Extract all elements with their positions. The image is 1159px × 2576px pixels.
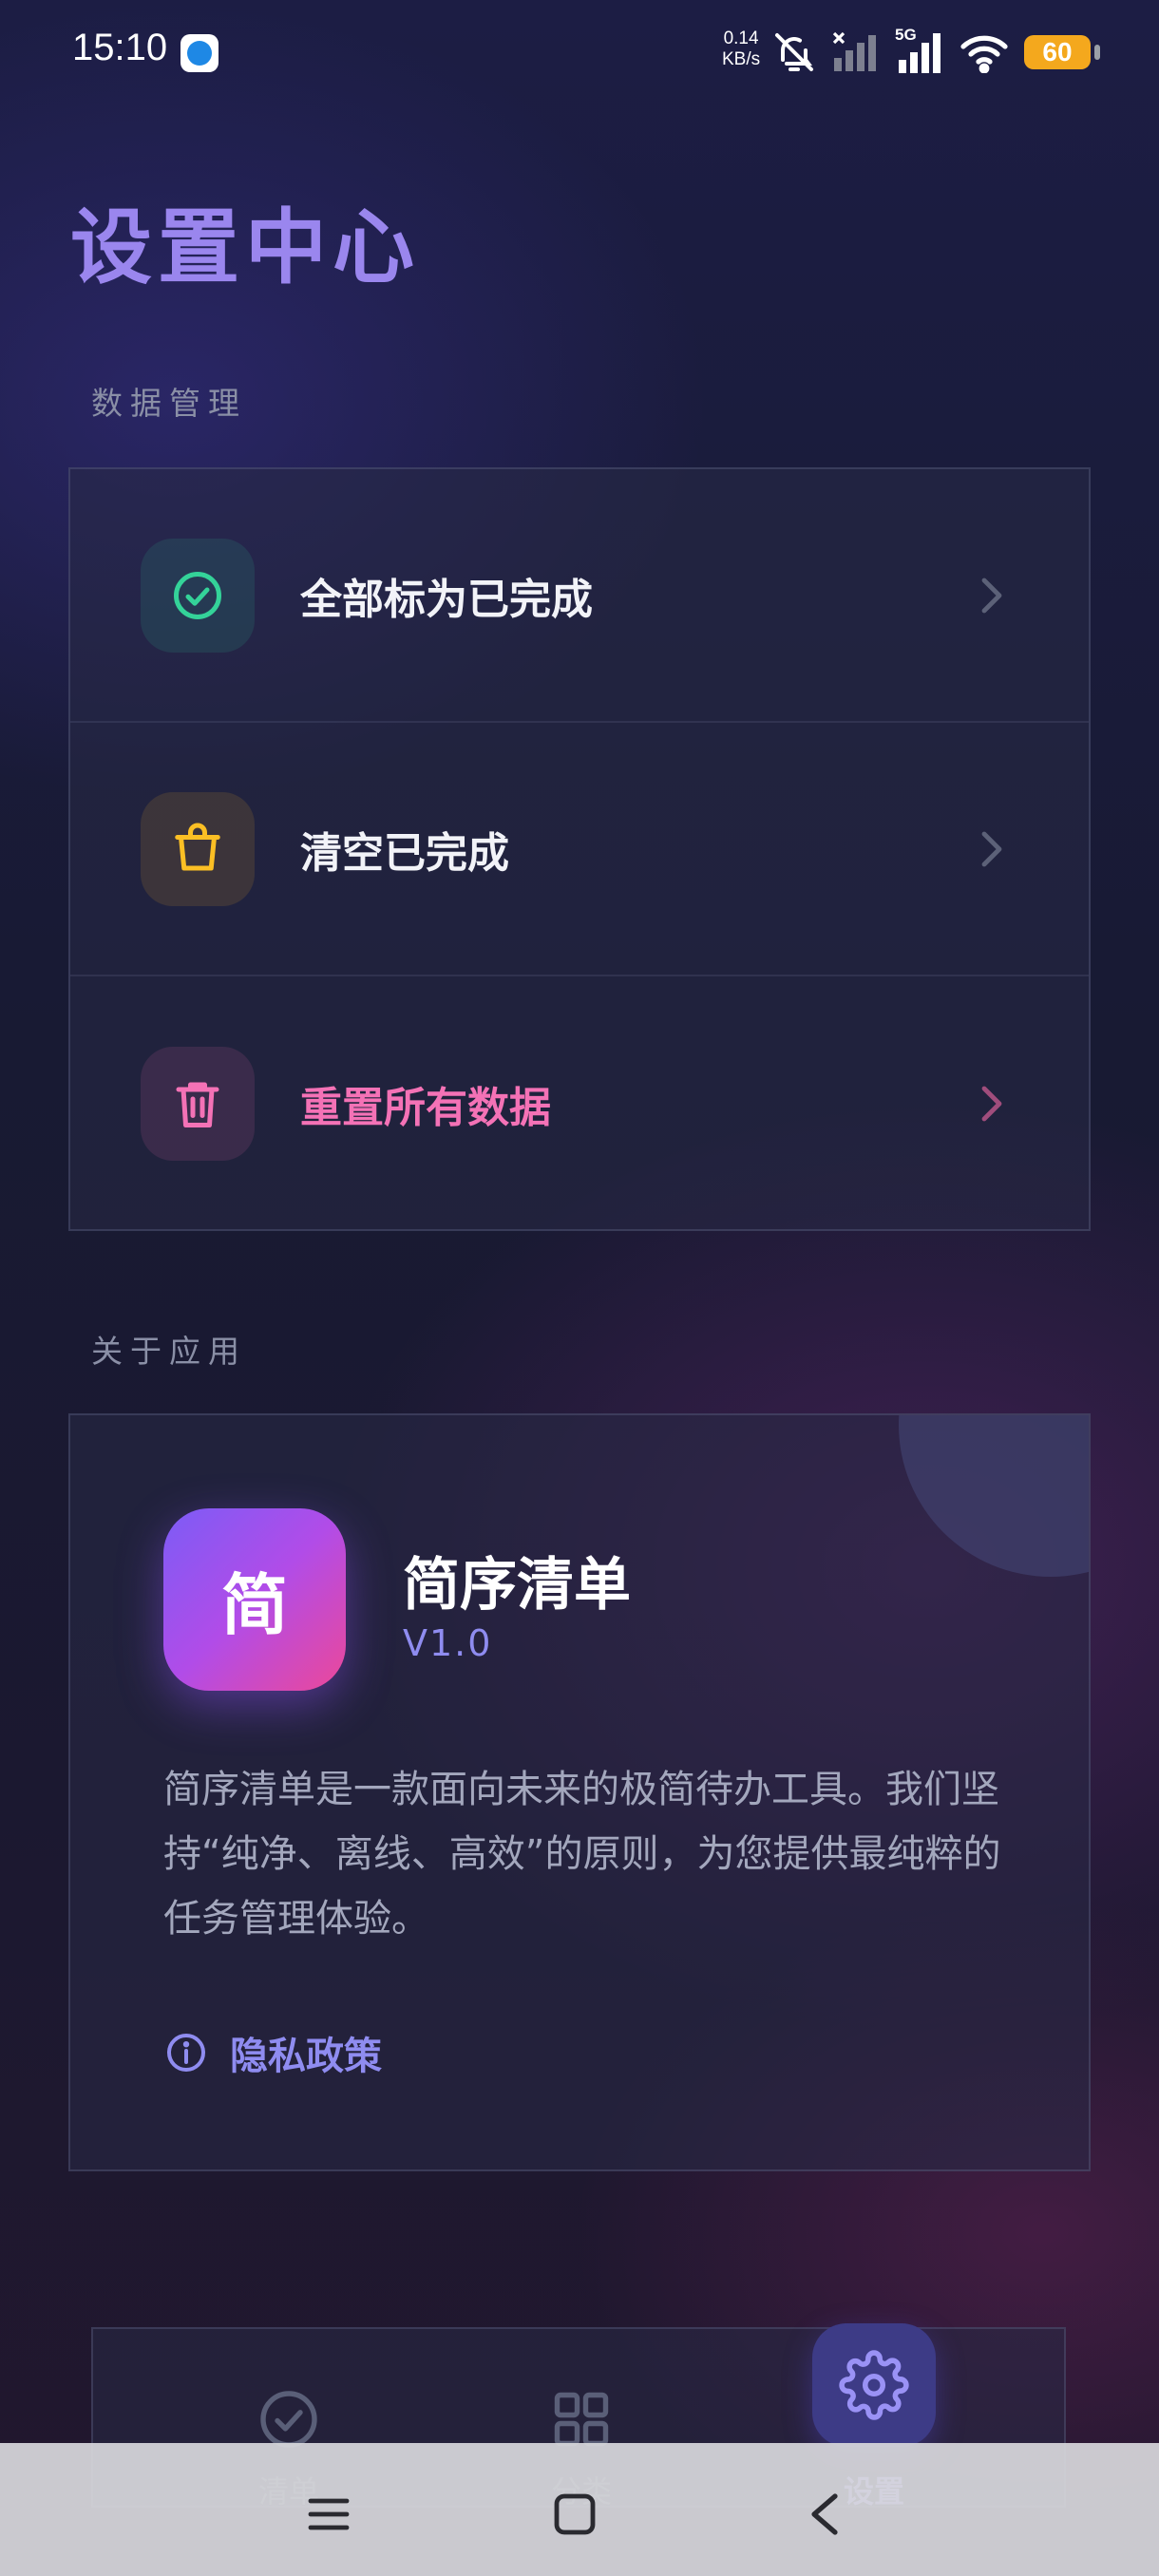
- chevron-right-icon: [981, 578, 1002, 613]
- page-title: 设置中心: [70, 200, 420, 295]
- info-icon: [167, 2034, 205, 2072]
- chevron-right-icon: [981, 831, 1002, 866]
- section-label-data: 数据管理: [91, 385, 247, 422]
- battery-indicator: 60: [1024, 35, 1100, 69]
- reset-all-data-label: 重置所有数据: [300, 1083, 551, 1132]
- reset-all-data-row[interactable]: 重置所有数据: [70, 976, 1089, 1230]
- mute-bell-icon: [775, 33, 813, 71]
- mark-all-complete-row[interactable]: 全部标为已完成: [70, 469, 1089, 723]
- browser-app-icon: [180, 34, 218, 72]
- back-chevron-icon: [811, 2493, 838, 2535]
- bag-icon: [141, 791, 255, 906]
- status-time: 15:10: [72, 27, 168, 68]
- section-label-about: 关于应用: [91, 1333, 247, 1370]
- wifi-icon: [960, 35, 1008, 73]
- status-icons: 5G 60: [771, 26, 1100, 76]
- sim1-signal-icon: [832, 31, 876, 71]
- clear-completed-row[interactable]: 清空已完成: [70, 723, 1089, 976]
- about-card: 简 简序清单 V1.0 简序清单是一款面向未来的极简待办工具。我们坚持“纯净、离…: [68, 1413, 1091, 2171]
- clear-completed-label: 清空已完成: [300, 828, 509, 878]
- net-speed-value: 0.14: [723, 28, 759, 48]
- chevron-right-icon: [981, 1086, 1002, 1121]
- net-speed: 0.14 KB/s: [722, 28, 760, 70]
- decorative-circle: [899, 1415, 1089, 1577]
- app-description: 简序清单是一款面向未来的极简待办工具。我们坚持“纯净、离线、高效”的原则，为您提…: [163, 1768, 1001, 1941]
- net-speed-unit: KB/s: [722, 49, 761, 69]
- back-button[interactable]: [790, 2481, 857, 2548]
- trash-icon: [141, 1046, 255, 1161]
- data-management-card: 全部标为已完成 清空已完成 重置所有数据: [68, 467, 1091, 1231]
- sim2-signal-icon: 5G: [895, 26, 944, 75]
- system-nav-bar: [0, 2443, 1159, 2576]
- check-circle-icon: [141, 538, 255, 653]
- privacy-policy-label: 隐私政策: [230, 2035, 382, 2078]
- home-button[interactable]: [542, 2481, 608, 2548]
- status-bar: 15:10 0.14 KB/s 5G 60: [0, 0, 1159, 104]
- mark-all-complete-label: 全部标为已完成: [300, 575, 593, 624]
- app-logo: 简: [163, 1508, 346, 1691]
- menu-button[interactable]: [295, 2481, 362, 2548]
- privacy-policy-link[interactable]: 隐私政策: [163, 2025, 382, 2080]
- gear-icon: [812, 2323, 936, 2447]
- menu-icon: [308, 2498, 350, 2530]
- app-version: V1.0: [403, 1622, 493, 1664]
- app-name: 简序清单: [403, 1552, 631, 1619]
- home-square-icon: [554, 2493, 596, 2535]
